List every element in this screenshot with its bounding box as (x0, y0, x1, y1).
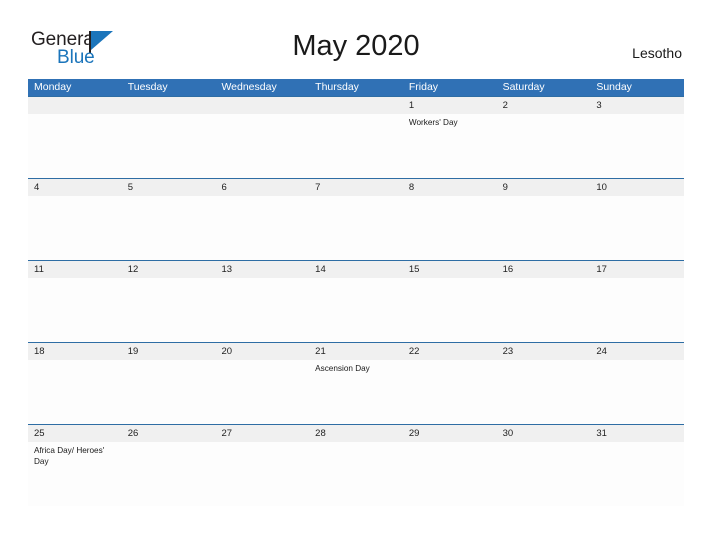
date-number[interactable]: 2 (497, 97, 591, 114)
weekday-friday: Friday (408, 81, 439, 93)
calendar-page: General Blue May 2020 Lesotho Monday Tue… (0, 0, 712, 550)
weekday-monday: Monday (34, 81, 72, 93)
week-row: 25 26 27 28 29 30 31 Africa Day/ Heroes'… (28, 424, 684, 506)
date-number[interactable]: 6 (215, 179, 309, 196)
calendar-grid: Monday Tuesday Wednesday Thursday Friday… (28, 79, 684, 506)
date-number[interactable]: 27 (215, 425, 309, 442)
weekday-header-row: Monday Tuesday Wednesday Thursday Friday… (28, 79, 684, 96)
day-event[interactable] (215, 360, 309, 424)
day-event[interactable] (215, 114, 309, 178)
weekday-wednesday: Wednesday (221, 81, 277, 93)
day-event[interactable] (122, 442, 216, 506)
day-event[interactable] (590, 278, 684, 342)
date-number[interactable]: 10 (590, 179, 684, 196)
date-number[interactable]: 21 (309, 343, 403, 360)
day-event[interactable] (122, 360, 216, 424)
date-number[interactable]: 20 (215, 343, 309, 360)
day-event[interactable] (403, 360, 497, 424)
week-row: 11 12 13 14 15 16 17 (28, 260, 684, 342)
date-number[interactable]: 12 (122, 261, 216, 278)
date-number[interactable]: 28 (309, 425, 403, 442)
date-number[interactable]: 23 (497, 343, 591, 360)
weekday-sunday: Sunday (596, 81, 632, 93)
day-event[interactable] (497, 114, 591, 178)
date-number[interactable]: 29 (403, 425, 497, 442)
page-title: May 2020 (292, 30, 420, 62)
date-number[interactable] (122, 97, 216, 114)
date-number-band: 1 2 3 (28, 96, 684, 114)
event-band: Africa Day/ Heroes' Day (28, 442, 684, 506)
event-band: Workers' Day (28, 114, 684, 178)
day-event[interactable] (215, 442, 309, 506)
event-band (28, 278, 684, 342)
date-number[interactable]: 31 (590, 425, 684, 442)
day-event[interactable] (122, 278, 216, 342)
date-number[interactable]: 8 (403, 179, 497, 196)
weekday-tuesday: Tuesday (127, 81, 168, 93)
day-event[interactable] (309, 442, 403, 506)
date-number-band: 4 5 6 7 8 9 10 (28, 178, 684, 196)
date-number[interactable]: 15 (403, 261, 497, 278)
day-event[interactable]: Ascension Day (309, 360, 403, 424)
date-number[interactable] (215, 97, 309, 114)
date-number[interactable]: 25 (28, 425, 122, 442)
day-event[interactable] (215, 196, 309, 260)
day-event[interactable] (215, 278, 309, 342)
day-event[interactable] (309, 196, 403, 260)
date-number[interactable]: 11 (28, 261, 122, 278)
weekday-saturday: Saturday (502, 81, 545, 93)
event-band (28, 196, 684, 260)
day-event[interactable]: Africa Day/ Heroes' Day (28, 442, 122, 506)
page-header: General Blue May 2020 Lesotho (0, 0, 712, 67)
date-number[interactable]: 7 (309, 179, 403, 196)
date-number[interactable]: 26 (122, 425, 216, 442)
day-event[interactable] (403, 442, 497, 506)
region-label: Lesotho (632, 45, 682, 61)
day-event[interactable] (28, 114, 122, 178)
date-number[interactable]: 16 (497, 261, 591, 278)
date-number[interactable]: 24 (590, 343, 684, 360)
day-event[interactable] (122, 196, 216, 260)
date-number-band: 18 19 20 21 22 23 24 (28, 342, 684, 360)
date-number[interactable]: 19 (122, 343, 216, 360)
date-number[interactable]: 5 (122, 179, 216, 196)
date-number[interactable]: 9 (497, 179, 591, 196)
week-row: 18 19 20 21 22 23 24 Ascension Day (28, 342, 684, 424)
week-row: 4 5 6 7 8 9 10 (28, 178, 684, 260)
date-number[interactable]: 17 (590, 261, 684, 278)
day-event[interactable] (497, 360, 591, 424)
date-number[interactable]: 18 (28, 343, 122, 360)
date-number[interactable]: 22 (403, 343, 497, 360)
date-number[interactable] (28, 97, 122, 114)
date-number[interactable] (309, 97, 403, 114)
day-event[interactable] (28, 360, 122, 424)
date-number[interactable]: 3 (590, 97, 684, 114)
date-number[interactable]: 1 (403, 97, 497, 114)
day-event[interactable] (28, 278, 122, 342)
day-event[interactable] (309, 278, 403, 342)
day-event[interactable]: Workers' Day (403, 114, 497, 178)
date-number[interactable]: 14 (309, 261, 403, 278)
day-event[interactable] (590, 114, 684, 178)
day-event[interactable] (590, 196, 684, 260)
date-number-band: 11 12 13 14 15 16 17 (28, 260, 684, 278)
weekday-thursday: Thursday (315, 81, 359, 93)
event-band: Ascension Day (28, 360, 684, 424)
day-event[interactable] (497, 278, 591, 342)
day-event[interactable] (497, 196, 591, 260)
date-number[interactable]: 13 (215, 261, 309, 278)
day-event[interactable] (403, 196, 497, 260)
day-event[interactable] (497, 442, 591, 506)
day-event[interactable] (309, 114, 403, 178)
day-event[interactable] (590, 360, 684, 424)
day-event[interactable] (28, 196, 122, 260)
date-number[interactable]: 4 (28, 179, 122, 196)
week-row: 1 2 3 Workers' Day (28, 96, 684, 178)
day-event[interactable] (590, 442, 684, 506)
day-event[interactable] (403, 278, 497, 342)
date-number[interactable]: 30 (497, 425, 591, 442)
date-number-band: 25 26 27 28 29 30 31 (28, 424, 684, 442)
day-event[interactable] (122, 114, 216, 178)
